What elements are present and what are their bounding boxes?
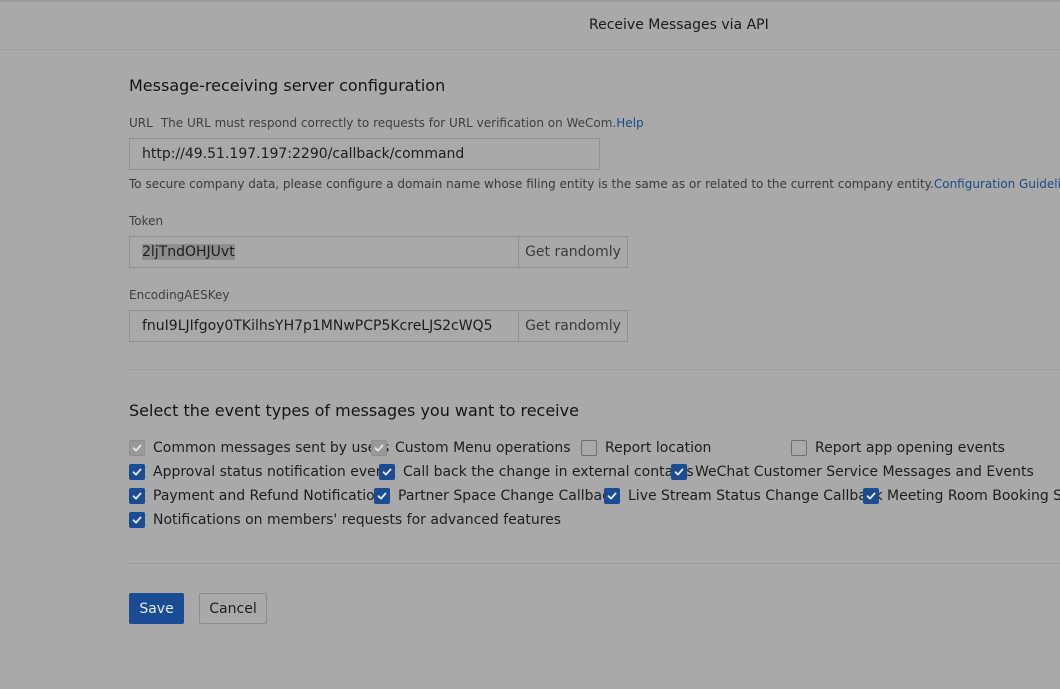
aes-key-label: EncodingAESKey bbox=[129, 288, 230, 302]
event-label: Approval status notification event bbox=[153, 464, 391, 480]
section-divider bbox=[129, 563, 1060, 564]
event-checkbox-common-messages[interactable]: Common messages sent by users bbox=[129, 440, 389, 456]
checkbox-icon[interactable] bbox=[791, 440, 807, 456]
event-label: Common messages sent by users bbox=[153, 440, 390, 456]
checkbox-icon[interactable] bbox=[129, 488, 145, 504]
event-label: Custom Menu operations bbox=[395, 440, 571, 456]
event-checkbox-external-contacts[interactable]: Call back the change in external contact… bbox=[379, 464, 694, 480]
event-label: Partner Space Change Callback bbox=[398, 488, 618, 504]
checkbox-icon bbox=[371, 440, 387, 456]
event-checkbox-partner-space[interactable]: Partner Space Change Callback bbox=[374, 488, 618, 504]
event-checkbox-live-stream[interactable]: Live Stream Status Change Callback bbox=[604, 488, 883, 504]
token-value: 2ljTndOHJUvt bbox=[142, 244, 235, 260]
help-link[interactable]: Help bbox=[616, 116, 643, 130]
event-label: Notifications on members' requests for a… bbox=[153, 512, 562, 528]
token-input[interactable]: 2ljTndOHJUvt bbox=[129, 236, 519, 268]
aes-key-input[interactable]: fnuI9LJIfgoy0TKilhsYH7p1MNwPCP5KcreLJS2c… bbox=[129, 310, 519, 342]
event-label: Meeting Room Booking Sta bbox=[887, 488, 1060, 504]
checkbox-icon[interactable] bbox=[581, 440, 597, 456]
cancel-button[interactable]: Cancel bbox=[199, 593, 267, 624]
checkbox-icon[interactable] bbox=[374, 488, 390, 504]
checkbox-icon[interactable] bbox=[671, 464, 687, 480]
configuration-guidelines-link[interactable]: Configuration Guidelines bbox=[934, 177, 1060, 191]
event-checkbox-report-location[interactable]: Report location bbox=[581, 440, 711, 456]
token-get-randomly-button[interactable]: Get randomly bbox=[518, 236, 628, 268]
event-checkbox-meeting-room[interactable]: Meeting Room Booking Sta bbox=[863, 488, 1060, 504]
event-checkbox-custom-menu[interactable]: Custom Menu operations bbox=[371, 440, 571, 456]
checkbox-icon[interactable] bbox=[129, 512, 145, 528]
url-input[interactable]: http://49.51.197.197:2290/callback/comma… bbox=[129, 138, 600, 170]
token-label: Token bbox=[129, 214, 164, 228]
url-hint: The URL must respond correctly to reques… bbox=[160, 116, 617, 130]
checkbox-icon[interactable] bbox=[604, 488, 620, 504]
event-label: Payment and Refund Notification bbox=[153, 488, 384, 504]
config-section-title: Message-receiving server configuration bbox=[129, 76, 446, 95]
url-label: URL bbox=[129, 116, 153, 130]
event-label: Report app opening events bbox=[815, 440, 1005, 456]
page-header: Receive Messages via API bbox=[0, 2, 1060, 50]
checkbox-icon[interactable] bbox=[863, 488, 879, 504]
event-label: Call back the change in external contact… bbox=[403, 464, 694, 480]
page-title: Receive Messages via API bbox=[589, 17, 769, 33]
event-checkbox-approval-status[interactable]: Approval status notification event bbox=[129, 464, 390, 480]
checkbox-icon[interactable] bbox=[129, 464, 145, 480]
event-label: Report location bbox=[605, 440, 712, 456]
aes-get-randomly-button[interactable]: Get randomly bbox=[518, 310, 628, 342]
event-checkbox-advanced-features[interactable]: Notifications on members' requests for a… bbox=[129, 512, 561, 528]
event-checkbox-customer-service[interactable]: WeChat Customer Service Messages and Eve… bbox=[671, 464, 1034, 480]
checkbox-icon bbox=[129, 440, 145, 456]
event-label: Live Stream Status Change Callback bbox=[628, 488, 883, 504]
event-label: WeChat Customer Service Messages and Eve… bbox=[695, 464, 1034, 480]
domain-note-text: To secure company data, please configure… bbox=[129, 177, 934, 191]
section-divider bbox=[129, 369, 1060, 370]
save-button[interactable]: Save bbox=[129, 593, 184, 624]
event-checkbox-app-opening[interactable]: Report app opening events bbox=[791, 440, 1005, 456]
domain-note: To secure company data, please configure… bbox=[129, 177, 1060, 191]
url-label-row: URL The URL must respond correctly to req… bbox=[129, 116, 644, 130]
checkbox-icon[interactable] bbox=[379, 464, 395, 480]
events-section-title: Select the event types of messages you w… bbox=[129, 401, 579, 420]
event-checkbox-payment-refund[interactable]: Payment and Refund Notification bbox=[129, 488, 384, 504]
